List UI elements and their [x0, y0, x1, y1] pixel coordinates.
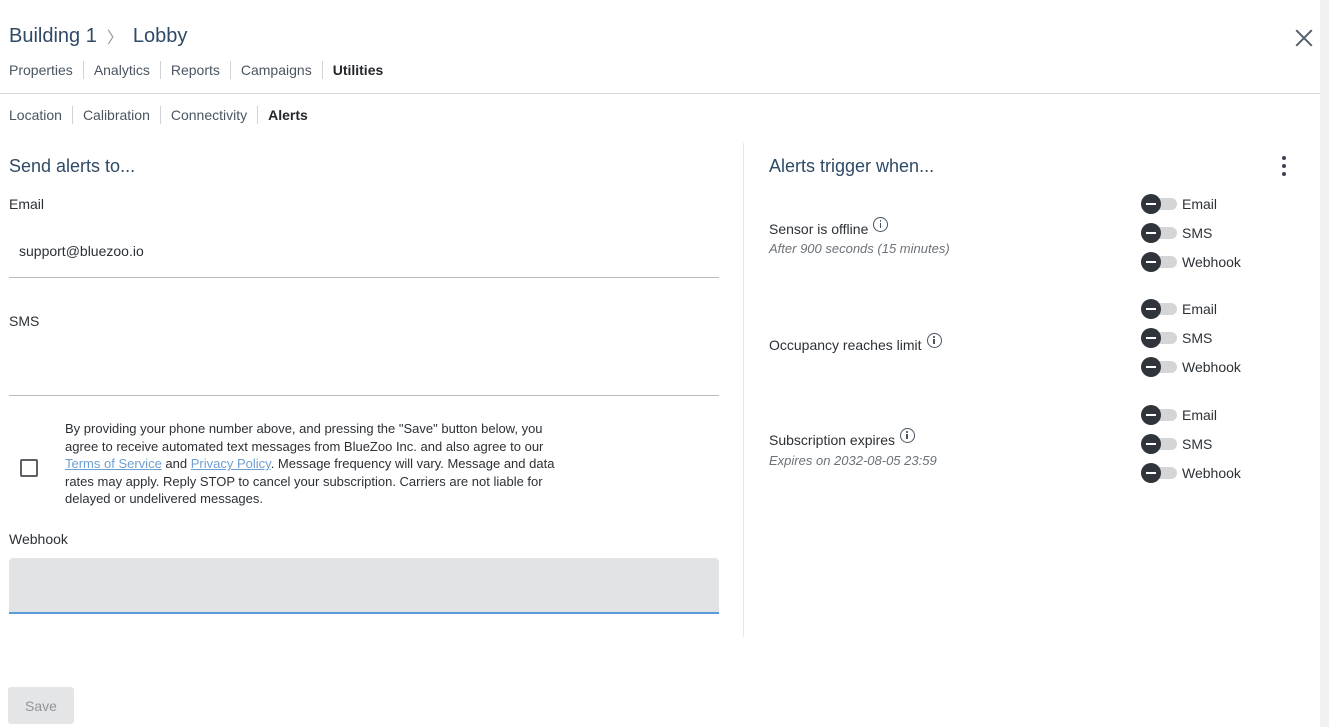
webhook-toggle[interactable] — [1141, 463, 1177, 483]
tab-campaigns[interactable]: Campaigns — [229, 61, 322, 79]
tab-analytics[interactable]: Analytics — [82, 61, 160, 79]
toggle-row: Webhook — [1141, 252, 1241, 272]
breadcrumb: Building 1 〉 Lobby — [9, 24, 187, 48]
info-icon[interactable] — [900, 427, 916, 443]
toggle-row: Email — [1141, 299, 1218, 319]
trigger-name-text: Subscription expires — [769, 432, 896, 448]
consent-text-part: and — [161, 456, 191, 472]
toggle-label: Email — [1182, 407, 1218, 423]
toggle-off-icon — [1141, 223, 1161, 243]
trigger-subtitle: Expires on 2032-08-05 23:59 — [769, 453, 937, 468]
sms-field-underline — [9, 395, 719, 396]
breadcrumb-building[interactable]: Building 1 — [9, 25, 97, 48]
info-icon[interactable] — [926, 332, 942, 348]
toggle-label: Webhook — [1182, 254, 1241, 270]
kebab-dot — [1282, 172, 1286, 176]
toggle-label: Email — [1182, 196, 1218, 212]
sms-consent-text: By providing your phone number above, an… — [65, 420, 565, 508]
toggle-off-icon — [1141, 434, 1161, 454]
close-icon[interactable] — [1292, 26, 1316, 50]
sms-label: SMS — [9, 313, 40, 329]
trigger-name: Sensor is offline — [769, 216, 889, 237]
sms-toggle[interactable] — [1141, 434, 1177, 454]
toggle-off-icon — [1141, 328, 1161, 348]
email-toggle[interactable] — [1141, 299, 1177, 319]
toggle-label: SMS — [1182, 436, 1213, 452]
email-toggle[interactable] — [1141, 194, 1177, 214]
breadcrumb-location: Lobby — [132, 24, 188, 47]
main-tabs: Properties Analytics Reports Campaigns U… — [9, 61, 393, 79]
toggle-row: SMS — [1141, 434, 1213, 454]
toggle-label: Webhook — [1182, 359, 1241, 375]
kebab-dot — [1282, 156, 1286, 160]
webhook-label: Webhook — [9, 531, 68, 547]
chevron-right-icon: 〉 — [106, 30, 123, 47]
email-toggle[interactable] — [1141, 405, 1177, 425]
subtab-location[interactable]: Location — [9, 106, 72, 124]
consent-text-part: By providing your phone number above, an… — [65, 421, 544, 454]
trigger-subtitle: After 900 seconds (15 minutes) — [769, 241, 950, 256]
sub-tabs: Location Calibration Connectivity Alerts — [9, 106, 318, 124]
kebab-dot — [1282, 164, 1286, 168]
header: Building 1 〉 Lobby Properties Analytics … — [0, 0, 1320, 94]
save-button[interactable]: Save — [8, 687, 74, 724]
webhook-toggle[interactable] — [1141, 357, 1177, 377]
toggle-label: Webhook — [1182, 465, 1241, 481]
sms-toggle[interactable] — [1141, 223, 1177, 243]
toggle-off-icon — [1141, 299, 1161, 319]
sms-toggle[interactable] — [1141, 328, 1177, 348]
email-label: Email — [9, 196, 45, 212]
subtab-calibration[interactable]: Calibration — [71, 106, 160, 124]
tab-utilities[interactable]: Utilities — [321, 61, 394, 79]
email-field[interactable]: support@bluezoo.io — [19, 243, 144, 259]
more-vertical-icon[interactable] — [1278, 156, 1290, 176]
toggle-off-icon — [1141, 252, 1161, 272]
subtab-alerts[interactable]: Alerts — [257, 106, 318, 124]
toggle-row: Email — [1141, 194, 1218, 214]
trigger-name-text: Sensor is offline — [769, 221, 869, 237]
toggle-off-icon — [1141, 357, 1161, 377]
send-alerts-title: Send alerts to... — [9, 156, 136, 176]
toggle-off-icon — [1141, 194, 1161, 214]
trigger-name: Occupancy reaches limit — [769, 332, 942, 353]
toggle-row: SMS — [1141, 328, 1213, 348]
subtab-connectivity[interactable]: Connectivity — [159, 106, 257, 124]
scrollbar-track[interactable] — [1320, 0, 1329, 727]
toggle-label: Email — [1182, 301, 1218, 317]
terms-of-service-link[interactable]: Terms of Service — [65, 456, 162, 471]
alerts-trigger-title: Alerts trigger when... — [769, 156, 935, 176]
webhook-field[interactable] — [9, 558, 719, 614]
consent-checkbox[interactable] — [20, 459, 38, 477]
webhook-toggle[interactable] — [1141, 252, 1177, 272]
email-field-underline — [9, 277, 719, 278]
panel-divider — [743, 143, 744, 637]
toggle-off-icon — [1141, 463, 1161, 483]
info-icon[interactable] — [873, 216, 889, 232]
tab-reports[interactable]: Reports — [159, 61, 230, 79]
tab-properties[interactable]: Properties — [9, 61, 83, 79]
toggle-row: Webhook — [1141, 357, 1241, 377]
toggle-label: SMS — [1182, 225, 1213, 241]
toggle-row: Email — [1141, 405, 1218, 425]
trigger-name-text: Occupancy reaches limit — [769, 337, 922, 353]
toggle-label: SMS — [1182, 330, 1213, 346]
toggle-off-icon — [1141, 405, 1161, 425]
toggle-row: SMS — [1141, 223, 1213, 243]
privacy-policy-link[interactable]: Privacy Policy — [191, 456, 271, 471]
toggle-row: Webhook — [1141, 463, 1241, 483]
trigger-name: Subscription expires — [769, 427, 916, 448]
